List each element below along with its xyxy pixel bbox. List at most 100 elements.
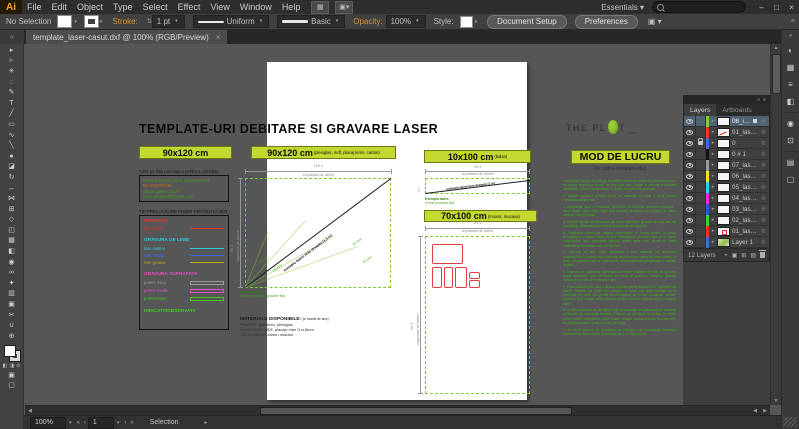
scroll-left-icon-2[interactable]: ◀ <box>750 408 760 414</box>
layer-name[interactable]: 02_laser_gra... <box>732 217 758 224</box>
layer-expand-icon[interactable]: ▸ <box>709 162 717 168</box>
new-sublayer-icon[interactable]: ⊞ <box>741 252 746 259</box>
menu-type[interactable]: Type <box>108 0 138 14</box>
layer-name[interactable]: 03_laser_gra... <box>732 206 758 213</box>
line-tool[interactable]: ╱ <box>3 109 21 120</box>
tab-close-icon[interactable]: × <box>216 33 221 42</box>
gradient-icon[interactable]: ◧ <box>782 93 799 110</box>
shape-builder-tool[interactable]: ◇ <box>3 215 21 226</box>
pencil-tool[interactable]: ╲ <box>3 140 21 151</box>
layer-target-icon[interactable]: ◎ <box>758 173 769 179</box>
resize-grip[interactable] <box>783 417 797 427</box>
control-bar-collapse-icon[interactable]: ≡ <box>791 18 795 25</box>
delete-layer-icon[interactable] <box>760 252 765 258</box>
layer-target-icon[interactable]: ◎ <box>758 239 769 245</box>
gradient-tool[interactable]: ◧ <box>3 246 21 257</box>
minimize-button[interactable]: – <box>754 0 769 14</box>
visibility-toggle[interactable] <box>684 226 696 236</box>
scale-tool[interactable]: ↔ <box>3 183 21 194</box>
menu-help[interactable]: Help <box>277 0 306 14</box>
layer-name[interactable]: 07_laser_gra... <box>732 162 758 169</box>
lock-toggle[interactable] <box>696 237 706 247</box>
lock-toggle[interactable] <box>696 116 706 126</box>
layer-name[interactable]: 01_laser_taiere <box>732 228 758 235</box>
brush-dropdown[interactable]: Basic▾ <box>277 15 345 28</box>
library-icon[interactable]: ▣ ▾ <box>648 17 662 26</box>
visibility-toggle[interactable] <box>684 193 696 203</box>
lock-toggle[interactable] <box>696 149 706 159</box>
eraser-tool[interactable]: ◪ <box>3 162 21 173</box>
horizontal-scrollbar[interactable]: ◀ ◀ ▶ <box>25 405 770 415</box>
visibility-toggle[interactable] <box>684 204 696 214</box>
layer-name[interactable]: 01_laser_taier... <box>732 129 758 136</box>
layer-expand-icon[interactable]: ▸ <box>709 195 717 201</box>
layer-name[interactable]: 04_laser_gra... <box>732 195 758 202</box>
lock-toggle[interactable] <box>696 204 706 214</box>
stroke-icon[interactable]: ≡ <box>782 76 799 93</box>
lock-toggle[interactable] <box>696 182 706 192</box>
layer-row[interactable]: ▸06_laser_gra...◎ <box>684 171 769 182</box>
layer-expand-icon[interactable]: ▸ <box>709 184 717 190</box>
vertical-scroll-thumb[interactable] <box>772 54 781 94</box>
color-mode-icon[interactable]: ◧ <box>3 363 8 369</box>
horizontal-scroll-thumb[interactable] <box>260 407 572 415</box>
layer-row[interactable]: ▸0◎ <box>684 138 769 149</box>
eyedropper-tool[interactable]: ◉ <box>3 257 21 268</box>
layer-target-icon[interactable]: ◎ <box>758 129 769 135</box>
layer-target-icon[interactable]: ◎ <box>758 217 769 223</box>
vertical-scrollbar[interactable]: ▲ ▼ <box>770 44 781 405</box>
menu-object[interactable]: Object <box>72 0 108 14</box>
lock-toggle[interactable] <box>696 171 706 181</box>
document-tab[interactable]: template_laser-casut.dxf @ 100% (RGB/Pre… <box>26 30 227 44</box>
layer-target-icon[interactable]: ◎ <box>758 151 769 157</box>
new-layer-icon[interactable]: ▤ <box>750 252 756 259</box>
visibility-toggle[interactable] <box>684 215 696 225</box>
stroke-label[interactable]: Stroke: <box>112 17 137 26</box>
layers-icon[interactable]: ▤ <box>782 154 799 171</box>
prev-artboard-icon[interactable]: ‹ <box>84 420 86 426</box>
lock-toggle[interactable] <box>696 127 706 137</box>
layer-name[interactable]: 0 <box>732 140 758 147</box>
layer-row[interactable]: ▸01_laser_taiere◎ <box>684 226 769 237</box>
artboard-tool[interactable]: ▣ <box>3 299 21 310</box>
stroke-weight-field[interactable]: 1 pt▾ <box>152 15 185 28</box>
visibility-toggle[interactable] <box>684 138 696 148</box>
scroll-left-icon[interactable]: ◀ <box>25 408 35 414</box>
layer-row[interactable]: ▸05_laser_gra...◎ <box>684 182 769 193</box>
rotate-tool[interactable]: ↻ <box>3 172 21 183</box>
layer-expand-icon[interactable]: ▸ <box>709 118 717 124</box>
layer-expand-icon[interactable]: ▸ <box>709 217 717 223</box>
direct-selection-tool[interactable]: ▹ <box>3 56 21 67</box>
slice-tool[interactable]: ✂ <box>3 310 21 321</box>
layer-target-icon[interactable]: ◎ <box>758 228 769 234</box>
layer-target-icon[interactable]: ◎ <box>758 184 769 190</box>
blend-tool[interactable]: ∞ <box>3 267 21 278</box>
layer-target-icon[interactable]: ◎ <box>758 206 769 212</box>
next-artboard-icon[interactable]: › <box>124 420 126 426</box>
menu-view[interactable]: View <box>205 0 234 14</box>
layer-row[interactable]: ▸ 01_laser_taier...◎ <box>684 127 769 138</box>
layer-row[interactable]: ▸ 02_laser_gra...◎ <box>684 215 769 226</box>
status-indicator[interactable]: Selection <box>150 419 179 426</box>
blob-brush-tool[interactable]: ● <box>3 151 21 162</box>
maximize-button[interactable]: □ <box>769 0 784 14</box>
fill-stroke-control[interactable] <box>3 344 21 362</box>
menu-file[interactable]: File <box>22 0 47 14</box>
status-flyout-icon[interactable]: ▸ <box>205 419 208 426</box>
layer-name[interactable]: 08_indicatii te... <box>732 118 753 125</box>
panel-menu-icon[interactable]: ≡ <box>763 97 766 103</box>
layer-expand-icon[interactable]: ▸ <box>709 239 717 245</box>
layer-target-icon[interactable]: ◎ <box>758 118 769 124</box>
artboards-icon[interactable]: ▢ <box>782 171 799 188</box>
layer-expand-icon[interactable]: ▸ <box>709 129 717 135</box>
layer-expand-icon[interactable]: ▸ <box>709 140 717 146</box>
layer-name[interactable]: 06_laser_gra... <box>732 173 758 180</box>
visibility-toggle[interactable] <box>684 182 696 192</box>
layer-expand-icon[interactable]: ▸ <box>709 151 717 157</box>
clipping-mask-icon[interactable]: ▣ <box>732 252 738 259</box>
visibility-toggle[interactable] <box>684 149 696 159</box>
mesh-tool[interactable]: ▦ <box>3 236 21 247</box>
style-swatch[interactable] <box>460 16 473 28</box>
color-icon[interactable]: ◐ <box>782 42 799 59</box>
stroke-swatch[interactable] <box>85 16 98 27</box>
